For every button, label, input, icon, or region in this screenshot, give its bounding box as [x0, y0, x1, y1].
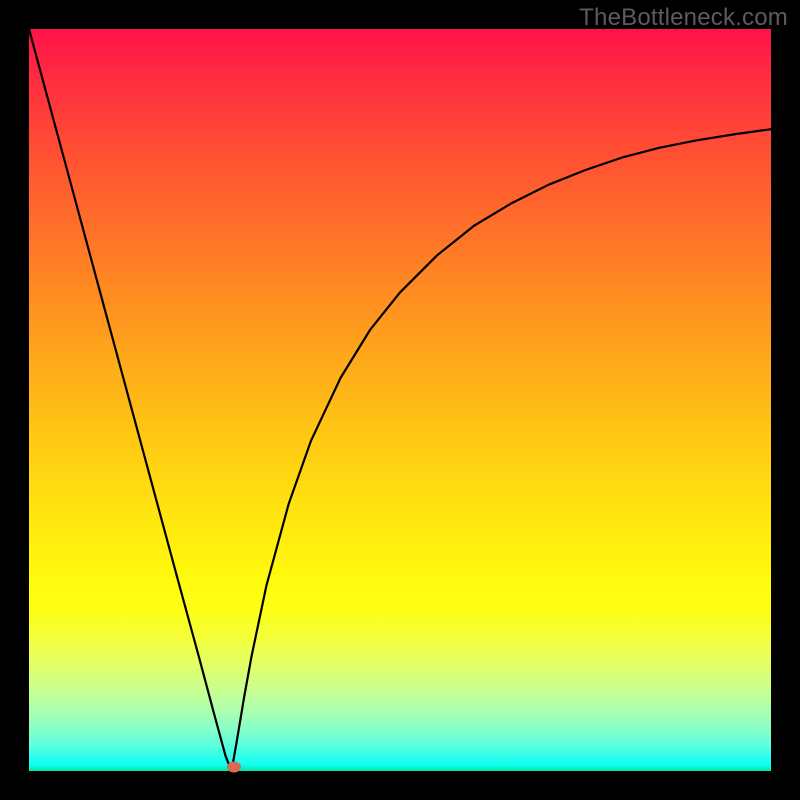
watermark-label: TheBottleneck.com — [579, 4, 788, 32]
chart-curve-svg — [29, 29, 771, 771]
curve-right-branch — [232, 129, 771, 771]
chart-plot-area — [29, 29, 771, 771]
curve-left-branch — [29, 29, 232, 771]
minimum-marker-dot — [227, 762, 241, 773]
